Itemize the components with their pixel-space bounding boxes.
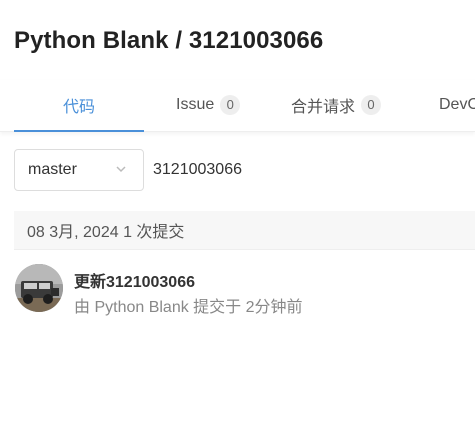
repo-header: Python Blank / 3121003066 xyxy=(0,0,475,80)
tab-devops[interactable]: DevOps xyxy=(439,80,475,130)
tab-code-label: 代码 xyxy=(62,99,95,116)
tab-issues[interactable]: Issue 0 xyxy=(176,80,241,130)
merge-requests-count-badge: 0 xyxy=(361,95,382,115)
commit-title[interactable]: 更新3121003066 xyxy=(74,268,195,292)
repo-tabs: 代码 Issue 0 合并请求 0 DevOps xyxy=(0,80,475,132)
issues-count-badge: 0 xyxy=(220,95,241,115)
repo-page: Python Blank / 3121003066 代码 Issue 0 合并请… xyxy=(0,0,475,424)
current-path[interactable]: 3121003066 xyxy=(153,161,242,179)
avatar[interactable] xyxy=(15,264,63,312)
chevron-down-icon xyxy=(116,166,126,173)
commit-meta: 由 Python Blank 提交于 2分钟前 xyxy=(74,299,303,316)
tab-issues-label: Issue xyxy=(176,96,215,113)
commit-item[interactable]: 更新3121003066 由 Python Blank 提交于 2分钟前 xyxy=(14,264,475,316)
tab-merge-requests[interactable]: 合并请求 0 xyxy=(291,80,382,130)
avatar-image xyxy=(15,264,63,312)
branch-toolbar: master 3121003066 xyxy=(0,132,475,212)
tab-devops-label: DevOps xyxy=(439,96,475,113)
repo-title[interactable]: Python Blank / 3121003066 xyxy=(14,27,475,55)
commit-date-header: 08 3月, 2024 1 次提交 xyxy=(14,211,475,250)
branch-selected-value: master xyxy=(28,161,77,178)
tab-merge-requests-label: 合并请求 xyxy=(291,99,356,116)
tab-code[interactable]: 代码 xyxy=(14,80,144,132)
branch-select[interactable]: master xyxy=(14,149,144,191)
commit-date-text: 08 3月, 2024 1 次提交 xyxy=(27,224,185,241)
